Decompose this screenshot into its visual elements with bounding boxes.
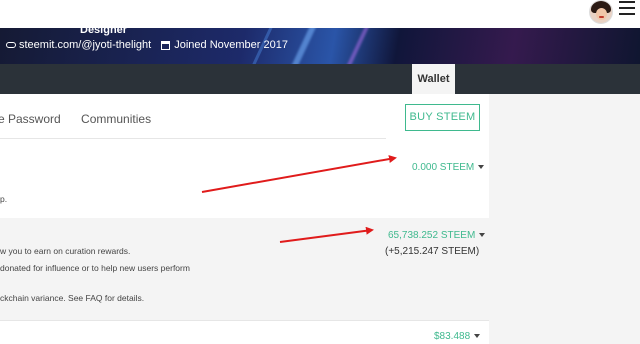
avatar-face xyxy=(596,8,607,20)
subtab-communities[interactable]: Communities xyxy=(81,112,151,126)
subtab-change-password[interactable]: e Password xyxy=(0,112,61,126)
avatar[interactable] xyxy=(589,0,613,24)
steem-power-balance: 65,738.252 STEEM xyxy=(388,230,476,241)
divider xyxy=(0,320,489,321)
steem-balance: 0.000 STEEM xyxy=(412,162,475,173)
buy-steem-button[interactable]: BUY STEEM xyxy=(405,104,480,131)
steem-dollars-balance: $83.488 xyxy=(434,331,471,342)
link-icon xyxy=(6,42,16,48)
steem-balance-dropdown[interactable]: 0.000 STEEM xyxy=(412,162,485,173)
calendar-icon xyxy=(161,40,171,50)
profile-cover: Designer steemit.com/@jyoti-thelight Joi… xyxy=(0,28,640,64)
hamburger-menu-icon[interactable] xyxy=(619,1,635,15)
profile-navbar xyxy=(0,64,640,94)
profile-about-text: Designer xyxy=(80,28,128,36)
steem-power-desc-line-2: donated for influence or to help new use… xyxy=(0,263,190,273)
steem-dollars-dropdown[interactable]: $83.488 xyxy=(434,331,481,342)
caret-down-icon xyxy=(474,334,481,339)
tab-wallet[interactable]: Wallet xyxy=(412,64,455,94)
caret-down-icon xyxy=(478,165,485,170)
profile-meta: steemit.com/@jyoti-thelight Joined Novem… xyxy=(6,39,288,51)
wallet-subtabs: e Password Communities xyxy=(0,112,168,126)
steem-power-desc-line-1: w you to earn on curation rewards. xyxy=(0,246,131,256)
top-header xyxy=(0,0,640,28)
steem-description: p. xyxy=(0,194,8,204)
joined-date: Joined November 2017 xyxy=(174,39,288,51)
steem-power-dropdown[interactable]: 65,738.252 STEEM xyxy=(388,230,486,241)
delegated-steem-power: (+5,215.247 STEEM) xyxy=(385,246,480,257)
profile-link[interactable]: steemit.com/@jyoti-thelight xyxy=(19,39,151,51)
caret-down-icon xyxy=(479,233,486,238)
divider xyxy=(0,138,386,139)
avatar-lips xyxy=(599,16,604,18)
steem-power-desc-line-4: ckchain variance. See FAQ for details. xyxy=(0,293,145,303)
